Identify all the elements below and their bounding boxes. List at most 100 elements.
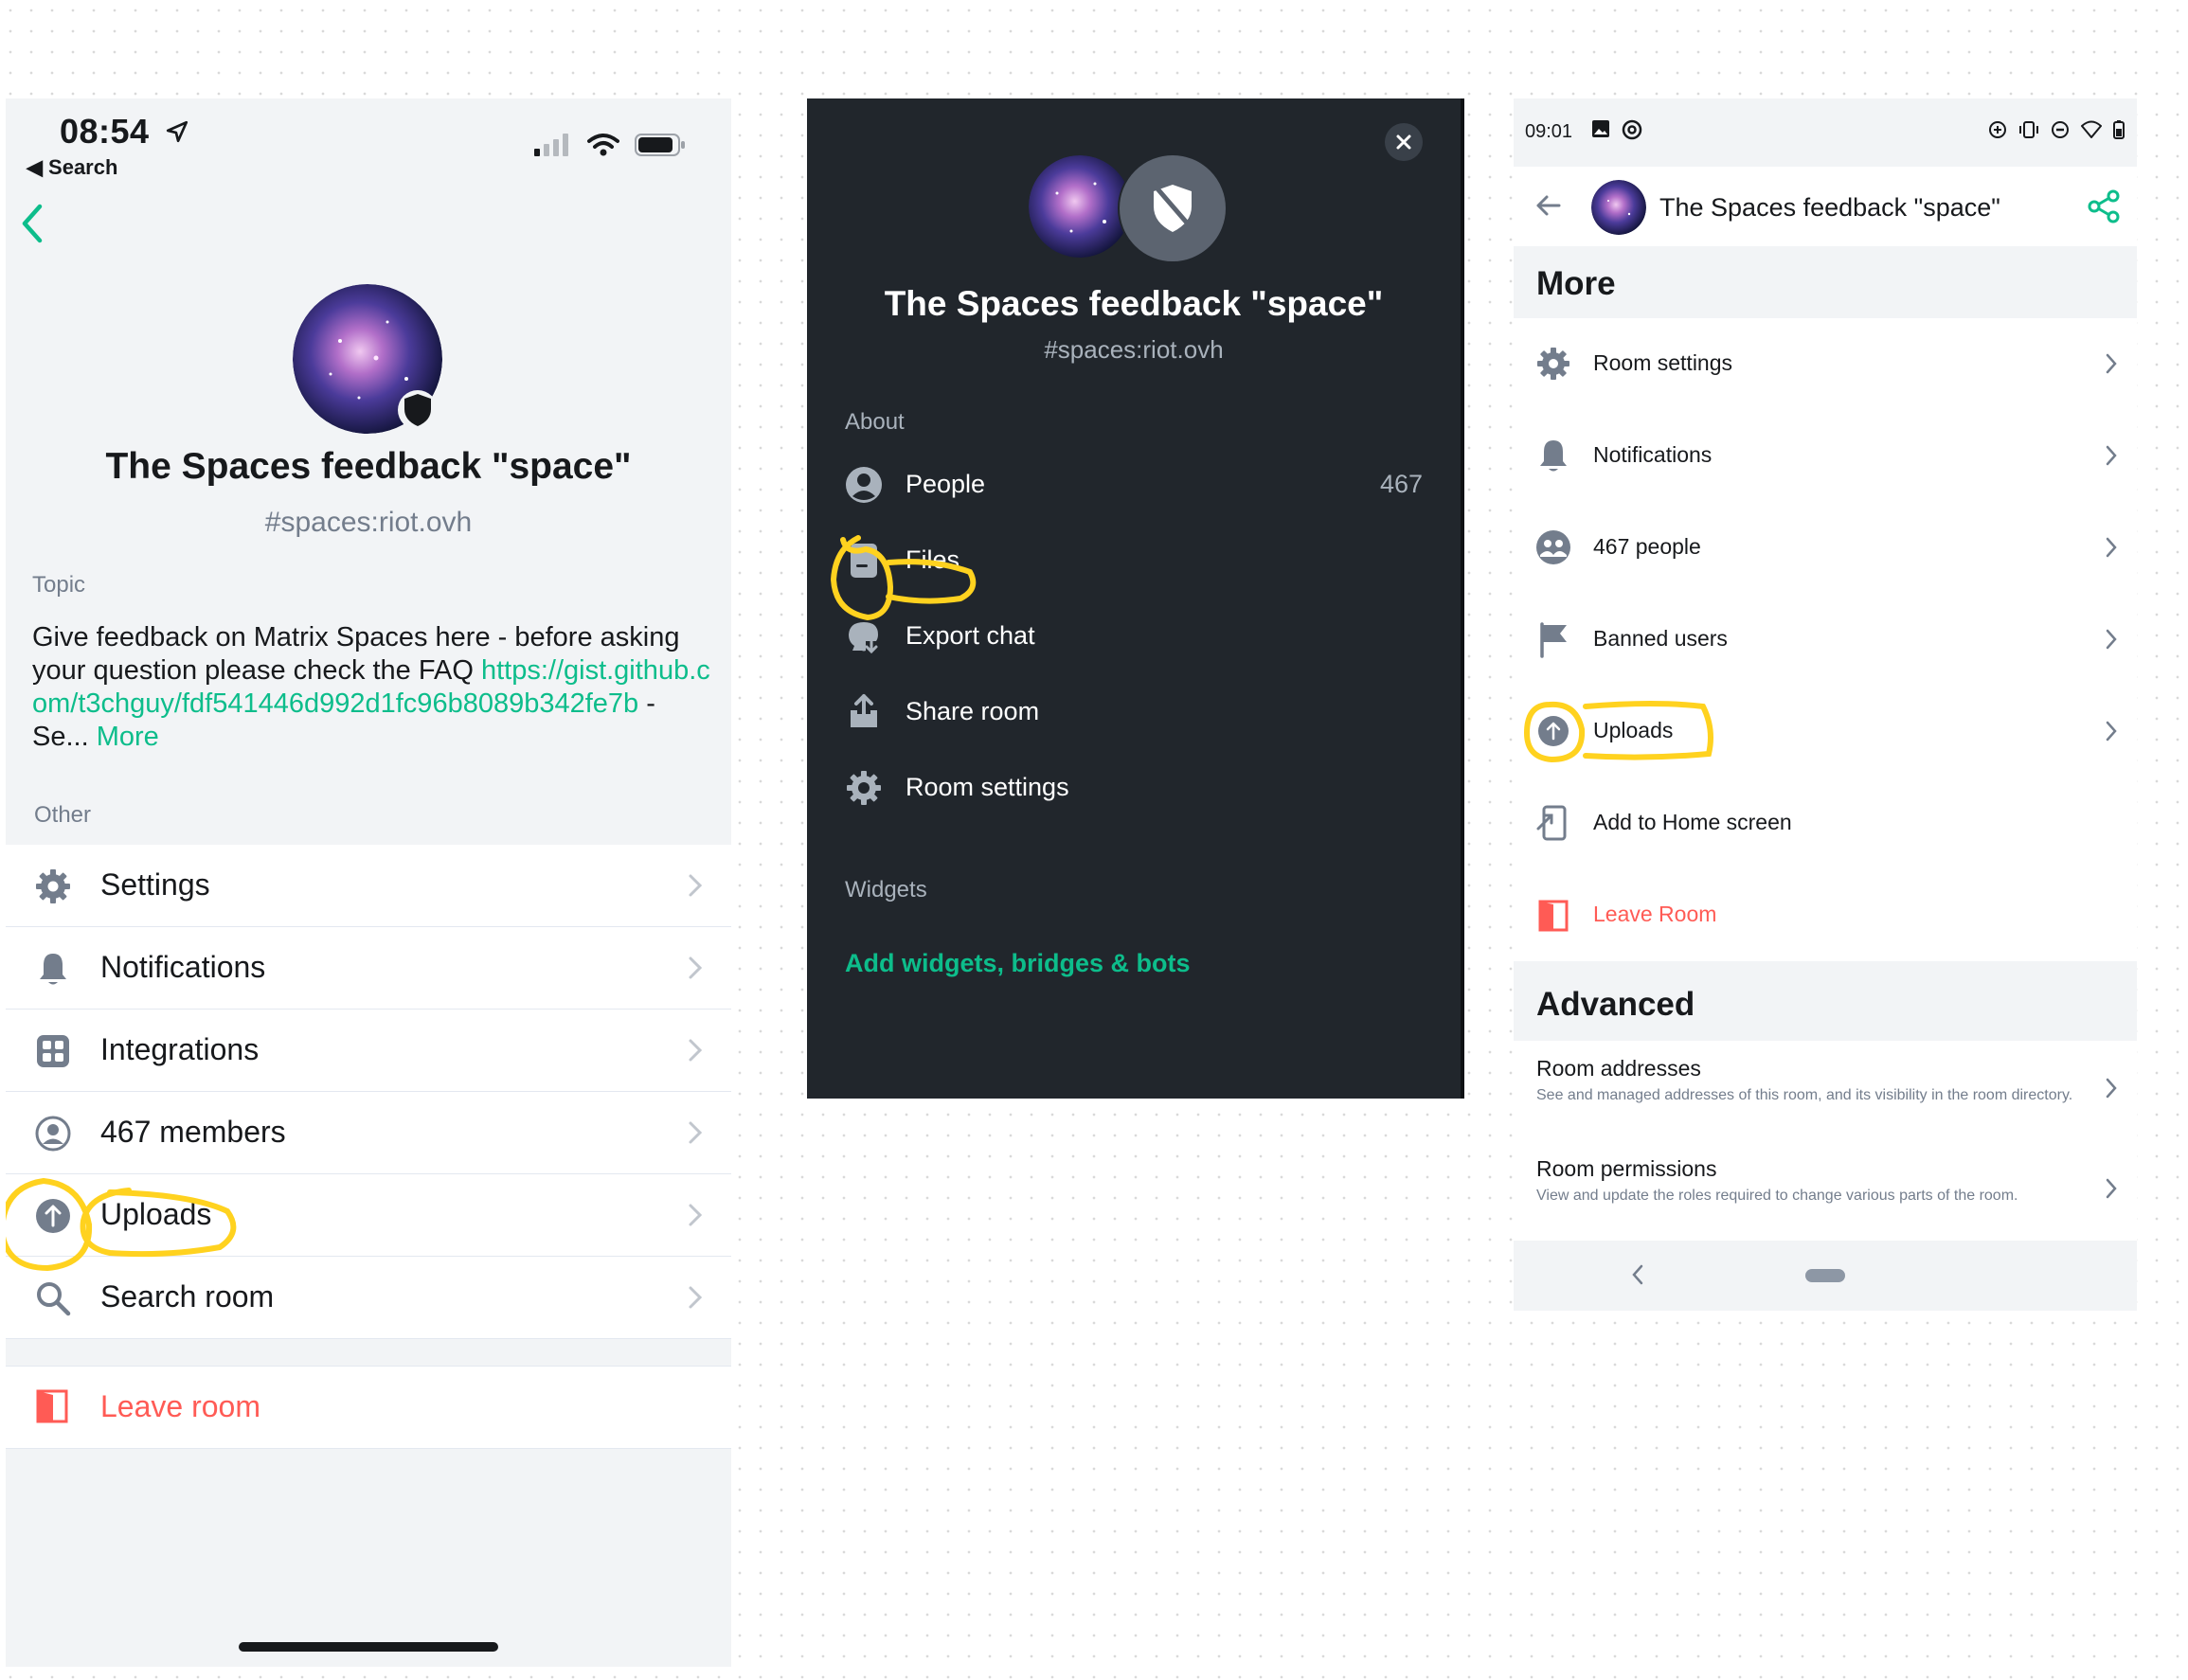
search-room-label: Search room: [100, 1279, 275, 1314]
add-to-home-screen-row[interactable]: Add to Home screen: [1514, 777, 2137, 870]
web-room-info-panel: The Spaces feedback "space" #spaces:riot…: [807, 98, 1464, 1099]
topic-more-link[interactable]: More: [97, 722, 159, 752]
room-settings-row[interactable]: Room settings: [845, 760, 1423, 816]
add-to-home-screen-label: Add to Home screen: [1593, 810, 1792, 834]
battery-icon: [2113, 120, 2125, 139]
gear-icon: [1537, 348, 1569, 380]
person-icon: [846, 467, 882, 503]
room-alias: #spaces:riot.ovh: [264, 507, 473, 538]
room-settings-row[interactable]: Room settings: [1514, 318, 2137, 411]
chevron-right-icon: [2106, 721, 2117, 742]
people-icon: [1536, 530, 1570, 564]
share-room-row[interactable]: Share room: [845, 684, 1423, 741]
people-row[interactable]: 467 people: [1514, 502, 2137, 595]
integrations-label: Integrations: [100, 1032, 260, 1066]
chevron-right-icon: [689, 874, 703, 897]
back-chevron-icon[interactable]: [19, 203, 45, 244]
bell-icon: [1540, 440, 1567, 472]
file-icon: [851, 544, 877, 578]
back-to-search-link[interactable]: ◀ Search: [27, 155, 117, 180]
share-icon[interactable]: [2088, 189, 2120, 223]
room-permissions-description: View and update the roles required to ch…: [1536, 1188, 2018, 1204]
more-header: More: [1536, 265, 1616, 302]
battery-icon: [635, 134, 685, 156]
uploads-label: Uploads: [1593, 718, 1674, 742]
leave-room-row[interactable]: Leave room: [6, 1366, 731, 1449]
chevron-right-icon: [689, 956, 703, 979]
do-not-disturb-icon: [2052, 121, 2069, 138]
status-icons: [534, 133, 686, 157]
room-name: The Spaces feedback "space": [105, 446, 632, 487]
ios-room-details-screen: 08:54 ◀ Search The Spaces feedback "spac…: [6, 98, 731, 1667]
room-permissions-row[interactable]: Room permissions View and update the rol…: [1514, 1141, 2137, 1241]
panel-edge: [1461, 98, 1464, 1099]
close-icon: [1396, 134, 1411, 150]
integrations-row[interactable]: Integrations: [6, 1010, 731, 1092]
members-row[interactable]: 467 members: [6, 1092, 731, 1174]
user-circle-icon: [35, 1116, 71, 1152]
files-row[interactable]: Files: [845, 532, 1423, 589]
settings-label: Settings: [100, 867, 210, 902]
leave-room-row[interactable]: Leave Room: [1514, 869, 2137, 961]
home-pill[interactable]: [1805, 1269, 1845, 1282]
export-chat-row[interactable]: Export chat: [845, 608, 1423, 665]
gear-icon: [847, 771, 881, 805]
wifi-icon: [2081, 120, 2102, 138]
search-room-row[interactable]: Search room: [6, 1257, 731, 1339]
chevron-right-icon: [689, 1286, 703, 1309]
share-room-label: Share room: [906, 697, 1040, 725]
members-label: 467 members: [100, 1115, 286, 1149]
gear-icon: [36, 869, 70, 903]
leave-icon: [36, 1389, 68, 1423]
bell-icon: [40, 954, 66, 985]
back-arrow-icon[interactable]: [1534, 191, 1563, 220]
status-left-icons: [1591, 119, 1642, 140]
notifications-label: Notifications: [1593, 442, 1713, 467]
export-chat-label: Export chat: [906, 621, 1035, 650]
toolbar: The Spaces feedback "space": [1514, 167, 2137, 246]
notifications-row[interactable]: Notifications: [1514, 410, 2137, 503]
system-back-icon[interactable]: [1631, 1263, 1644, 1286]
chevron-right-icon: [2106, 1078, 2117, 1099]
people-label: People: [906, 470, 986, 498]
chevron-right-icon: [689, 1121, 703, 1144]
ios-options-list: Settings Notifications Integrations 467 …: [6, 845, 731, 1339]
wifi-icon: [587, 134, 619, 156]
chevron-right-icon: [2106, 537, 2117, 558]
notifications-row[interactable]: Notifications: [6, 927, 731, 1010]
other-section-label: Other: [34, 802, 92, 828]
add-widgets-link[interactable]: Add widgets, bridges & bots: [845, 949, 1191, 978]
cellular-signal-icon: [534, 134, 568, 156]
chevron-right-icon: [689, 1039, 703, 1062]
search-icon: [37, 1282, 71, 1316]
chevron-right-icon: [689, 1204, 703, 1226]
at-sign-icon: [1622, 119, 1642, 140]
room-addresses-title: Room addresses: [1536, 1056, 1701, 1081]
room-settings-label: Room settings: [906, 773, 1069, 801]
room-avatar: [1029, 155, 1131, 258]
upload-icon: [36, 1199, 70, 1233]
status-time: 08:54: [60, 112, 150, 151]
leave-icon: [1538, 900, 1569, 932]
room-addresses-description: See and managed addresses of this room, …: [1536, 1087, 2073, 1103]
advanced-header: Advanced: [1536, 986, 1695, 1023]
close-button[interactable]: [1385, 123, 1423, 161]
home-indicator: [239, 1642, 498, 1652]
room-addresses-row[interactable]: Room addresses See and managed addresses…: [1514, 1041, 2137, 1142]
android-room-settings-screen: 09:01 The Spaces feedback "space" More R…: [1514, 98, 2137, 1311]
uploads-row[interactable]: Uploads: [6, 1174, 731, 1257]
shield-badge-icon: [398, 390, 438, 430]
banned-users-row[interactable]: Banned users: [1514, 594, 2137, 687]
notifications-label: Notifications: [100, 950, 266, 984]
people-count: 467: [1379, 470, 1423, 498]
upload-icon: [1538, 716, 1569, 746]
settings-row[interactable]: Settings: [6, 845, 731, 927]
chevron-right-icon: [2106, 1178, 2117, 1199]
grid-icon: [37, 1035, 69, 1067]
uploads-row[interactable]: Uploads: [1514, 686, 2137, 778]
status-time: 09:01: [1525, 121, 1573, 142]
room-settings-label: Room settings: [1593, 350, 1733, 375]
people-row[interactable]: People 467: [845, 456, 1423, 513]
flag-icon: [1540, 622, 1567, 658]
add-home-icon: [1536, 805, 1567, 841]
